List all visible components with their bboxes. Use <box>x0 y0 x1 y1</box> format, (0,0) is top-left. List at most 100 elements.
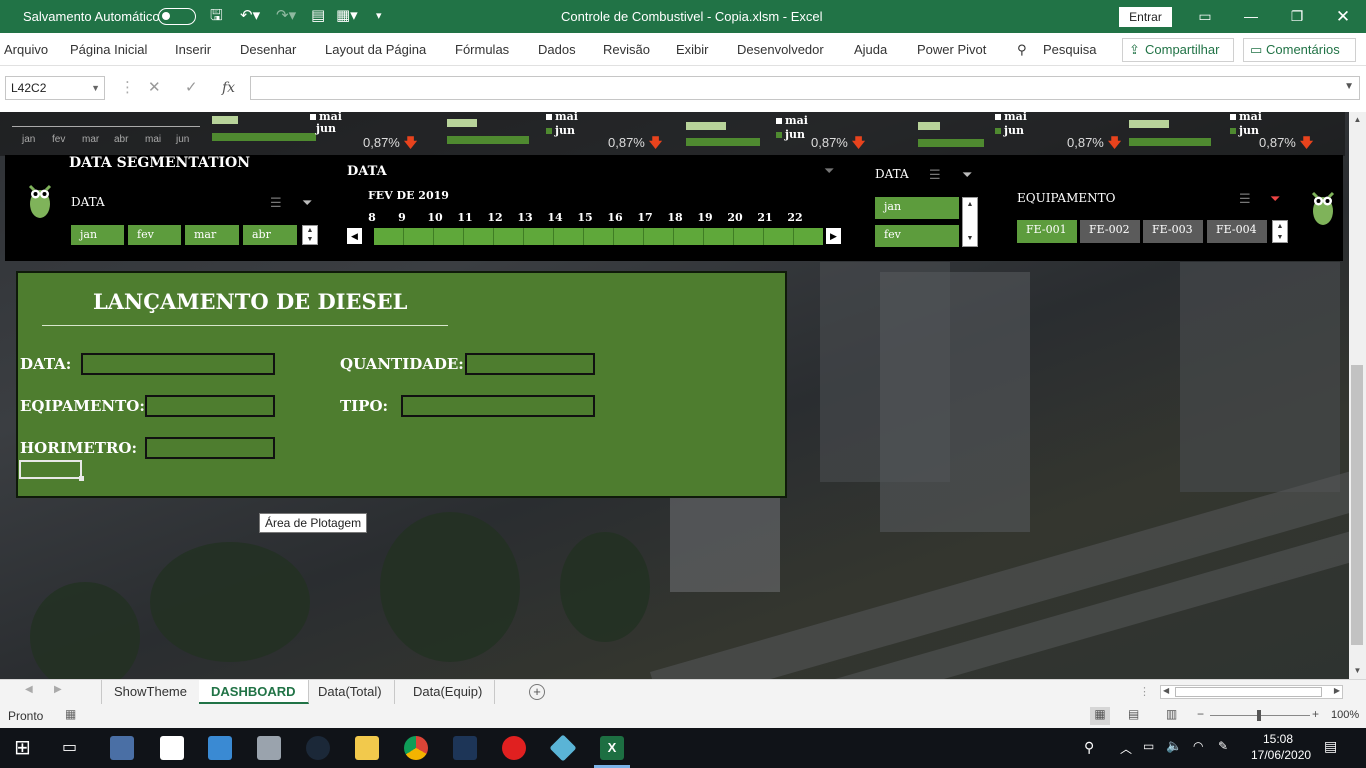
vertical-scrollbar[interactable]: ▲ ▼ <box>1349 112 1366 679</box>
battery-icon[interactable]: ▭ <box>1143 739 1154 753</box>
pen-icon[interactable]: ✎ <box>1218 739 1228 753</box>
save-icon[interactable]: 🖫 <box>210 7 223 25</box>
menu-revisao[interactable]: Revisão <box>603 33 650 66</box>
slicer-item-fev[interactable]: fev <box>875 225 959 247</box>
zoom-in-icon[interactable]: + <box>1312 707 1319 721</box>
customize-qat-icon[interactable]: ▾ <box>376 7 382 25</box>
chevron-down-icon[interactable]: ▼ <box>91 77 100 99</box>
opera-icon[interactable] <box>502 736 526 760</box>
tab-next-icon[interactable]: ▶ <box>54 684 62 695</box>
notifications-icon[interactable]: ▤ <box>1324 738 1337 755</box>
add-sheet-icon[interactable]: + <box>529 684 545 700</box>
clear-filter-icon[interactable]: ⏷ <box>302 195 312 211</box>
clear-timeline-icon[interactable]: ⏷ <box>824 163 834 179</box>
multi-select-icon[interactable]: ☰ <box>1239 191 1251 207</box>
volume-icon[interactable]: 🔈 <box>1166 738 1182 754</box>
chevron-up-icon[interactable]: ︿ <box>1120 740 1132 757</box>
scroll-down-icon[interactable]: ▼ <box>1349 666 1366 675</box>
scroll-left-icon[interactable]: ◀ <box>1163 686 1169 695</box>
app-icon[interactable] <box>208 736 232 760</box>
fill-handle[interactable] <box>79 476 84 481</box>
windows-start-icon[interactable]: ⊞ <box>14 735 31 760</box>
timeline-prev-icon[interactable]: ◀ <box>347 228 362 244</box>
timeline-next-icon[interactable]: ▶ <box>826 228 841 244</box>
slicer-item-jan[interactable]: jan <box>875 197 959 219</box>
scroll-thumb[interactable] <box>1351 365 1363 645</box>
slicer-item-fe-001[interactable]: FE-001 <box>1017 220 1077 243</box>
normal-view-icon[interactable]: ▦ <box>1090 707 1110 725</box>
enter-icon[interactable]: ✓ <box>185 76 198 100</box>
scroll-right-icon[interactable]: ▶ <box>1334 686 1340 695</box>
app-icon[interactable] <box>453 736 477 760</box>
cancel-icon[interactable]: ✕ <box>148 76 161 100</box>
equipamento-field[interactable] <box>145 395 275 417</box>
name-box[interactable]: L42C2 ▼ <box>5 76 105 100</box>
slicer-item-fe-002[interactable]: FE-002 <box>1080 220 1140 243</box>
menu-dados[interactable]: Dados <box>538 33 576 66</box>
menu-desenhar[interactable]: Desenhar <box>240 33 296 66</box>
zoom-out-icon[interactable]: − <box>1197 707 1204 721</box>
close-icon[interactable]: ✕ <box>1320 0 1366 33</box>
clock-date[interactable]: 17/06/2020 <box>1251 748 1311 762</box>
share-button[interactable]: ⇪ Compartilhar <box>1122 38 1234 62</box>
menu-power-pivot[interactable]: Power Pivot <box>917 33 986 66</box>
slicer-item-mar[interactable]: mar <box>185 225 239 245</box>
insert-function-icon[interactable]: fx <box>222 76 235 100</box>
undo-icon[interactable]: ↶▾ <box>240 7 260 25</box>
selected-cell[interactable] <box>19 460 84 481</box>
app-icon[interactable] <box>110 736 134 760</box>
menu-inserir[interactable]: Inserir <box>175 33 211 66</box>
data-field[interactable] <box>81 353 275 375</box>
search-label[interactable]: Pesquisa <box>1043 33 1096 66</box>
wifi-icon[interactable]: ◠ <box>1193 739 1203 753</box>
hscroll-thumb[interactable] <box>1175 687 1322 697</box>
edit-table-icon[interactable]: ▦▾ <box>336 7 358 25</box>
ribbon-display-icon[interactable]: ▭ <box>1182 0 1228 33</box>
slicer-item-jan[interactable]: jan <box>71 225 124 245</box>
menu-layout[interactable]: Layout da Página <box>325 33 426 66</box>
slicer-scroll[interactable]: ▲ ▼ <box>1272 220 1288 243</box>
splitter-icon[interactable]: ⋮ <box>1139 685 1150 698</box>
timeline-selection[interactable] <box>374 228 823 245</box>
excel-icon[interactable]: X <box>600 736 624 760</box>
steam-icon[interactable] <box>306 736 330 760</box>
menu-formulas[interactable]: Fórmulas <box>455 33 509 66</box>
file-explorer-icon[interactable] <box>355 736 379 760</box>
horimetro-field[interactable] <box>145 437 275 459</box>
multi-select-icon[interactable]: ☰ <box>929 167 941 183</box>
zoom-level[interactable]: 100% <box>1331 709 1359 721</box>
slicer-item-fev[interactable]: fev <box>128 225 181 245</box>
scroll-up-icon[interactable]: ▲ <box>1349 115 1366 124</box>
redo-icon[interactable]: ↷▾ <box>276 7 296 25</box>
quantidade-field[interactable] <box>465 353 595 375</box>
tab-prev-icon[interactable]: ◀ <box>25 684 33 695</box>
formula-input[interactable]: ▼ <box>250 76 1360 100</box>
menu-arquivo[interactable]: Arquivo <box>4 33 48 66</box>
clock-time[interactable]: 15:08 <box>1263 732 1293 746</box>
slicer-item-fe-004[interactable]: FE-004 <box>1207 220 1267 243</box>
clear-filter-icon[interactable]: ⏷ <box>962 167 972 183</box>
app-icon[interactable] <box>549 734 577 762</box>
comments-button[interactable]: ▭ Comentários <box>1243 38 1356 62</box>
app-icon[interactable] <box>257 736 281 760</box>
task-view-icon[interactable]: ▭ <box>62 737 77 757</box>
slicer-scroll[interactable]: ▲ ▼ <box>962 197 978 247</box>
menu-ajuda[interactable]: Ajuda <box>854 33 887 66</box>
chrome-icon[interactable] <box>404 736 428 760</box>
page-break-icon[interactable]: ▥ <box>1166 707 1177 721</box>
minimize-icon[interactable]: — <box>1228 0 1274 33</box>
menu-exibir[interactable]: Exibir <box>676 33 709 66</box>
horizontal-scrollbar[interactable]: ◀ ▶ <box>1160 685 1343 699</box>
multi-select-icon[interactable]: ☰ <box>270 195 282 211</box>
slicer-item-abr[interactable]: abr <box>243 225 297 245</box>
slicer-item-fe-003[interactable]: FE-003 <box>1143 220 1203 243</box>
menu-pagina-inicial[interactable]: Página Inicial <box>70 33 147 66</box>
tab-data-total[interactable]: Data(Total) <box>306 680 395 704</box>
tipo-field[interactable] <box>401 395 595 417</box>
clear-filter-icon[interactable]: ⏷ <box>1270 191 1280 207</box>
zoom-slider-thumb[interactable] <box>1257 710 1261 721</box>
restore-icon[interactable]: ❐ <box>1274 0 1320 33</box>
macro-record-icon[interactable]: ▦ <box>65 707 76 721</box>
notes-icon[interactable] <box>160 736 184 760</box>
tab-dashboard[interactable]: DASHBOARD <box>199 680 309 704</box>
